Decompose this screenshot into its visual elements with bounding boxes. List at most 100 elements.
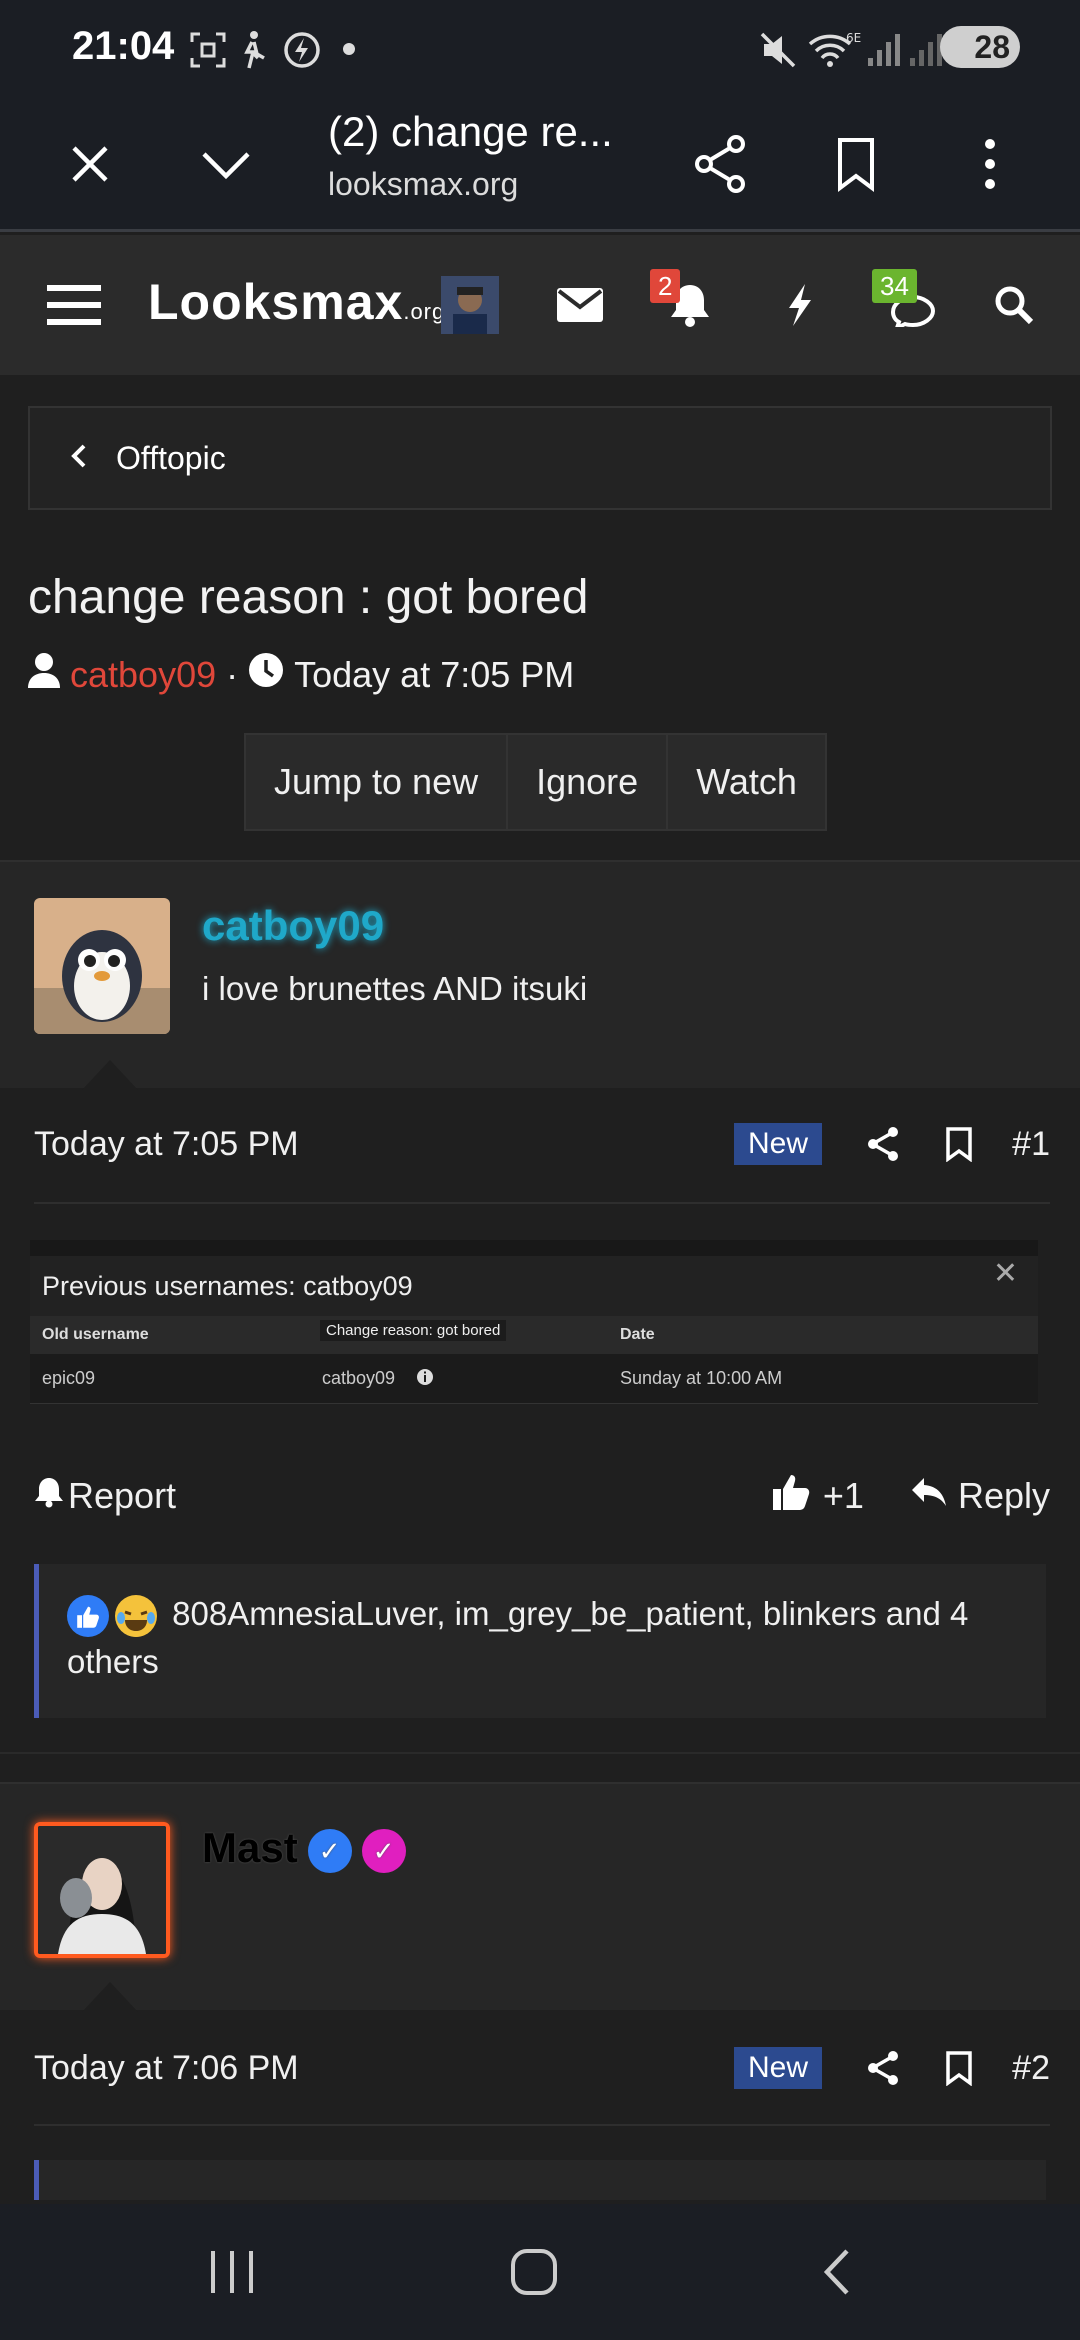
breadcrumb-label: Offtopic [116,439,226,476]
divider [34,1202,1050,1204]
mail-icon[interactable] [542,265,618,345]
breadcrumb[interactable]: Offtopic [28,406,1052,510]
close-icon: ✕ [992,1257,1018,1290]
watch-button[interactable]: Watch [668,735,825,829]
post-1-number[interactable]: #1 [1010,1125,1050,1164]
embed-cell-new: catboy09 [322,1368,396,1388]
recent-apps-icon[interactable] [192,2240,272,2304]
back-icon[interactable] [796,2240,876,2304]
post-2-new-badge: New [733,2047,822,2089]
thumbs-up-icon[interactable] [771,1472,811,1521]
embed-title: Previous usernames: catboy09 [30,1256,1038,1316]
clock-icon [248,652,284,697]
hamburger-menu-icon[interactable] [34,265,114,345]
post-2-meta: Today at 7:06 PM New #2 [34,2038,1050,2098]
conversations-badge: 34 [872,269,917,303]
home-icon[interactable] [494,2240,574,2304]
mute-icon [760,30,796,75]
browser-toolbar: (2) change re... looksmax.org [0,96,1080,232]
thread-date[interactable]: Today at 7:05 PM [294,654,574,696]
battery-level: 28 [974,29,1010,65]
clock: 21:04 [72,24,175,68]
embed-row: epic09 catboy09 Sunday at 10:00 AM [30,1354,1038,1404]
embed-col-old: Old username [42,1326,149,1343]
share-icon[interactable] [858,1126,908,1162]
post-1-meta: Today at 7:05 PM New #1 [34,1114,1050,1174]
flash-icon [282,30,322,75]
jump-to-new-button[interactable]: Jump to new [246,735,509,829]
user-icon [28,652,60,697]
chevron-down-icon[interactable] [186,124,266,204]
thread-actions: Jump to new Ignore Watch [244,733,827,831]
bookmark-icon[interactable] [816,124,896,204]
like-reaction-icon [67,1595,109,1638]
verified-badge-icon: ✓ [307,1828,352,1873]
embed-columns: Old username New username Date [30,1316,1038,1354]
report-bell-icon[interactable] [34,1475,64,1517]
screenshot-icon [188,30,228,75]
walking-icon [238,30,268,75]
reply-button[interactable]: Reply [958,1475,1050,1517]
signal-icon [864,30,904,75]
dot-icon [342,42,356,61]
system-nav-bar [0,2204,1080,2340]
meta-separator: · [226,653,239,695]
page-domain: looksmax.org [328,166,519,202]
site-logo[interactable]: Looksmax.org [148,273,445,331]
post-1-actions: Report +1 Reply [34,1466,1050,1526]
more-options-icon[interactable] [950,124,1030,204]
embed-tooltip: Change reason: got bored [320,1320,507,1341]
post-1-new-badge: New [733,1123,822,1165]
embed-cell-old: epic09 [42,1368,96,1388]
post-2-date[interactable]: Today at 7:06 PM [34,2049,734,2088]
search-icon[interactable] [976,265,1052,345]
bookmark-icon[interactable] [934,1126,984,1162]
post-2-user-panel: Mast ✓ ✓ [0,1782,1080,2012]
post-2-quote [34,2160,1046,2200]
share-icon[interactable] [858,2050,908,2086]
share-icon[interactable] [680,124,760,204]
battery-indicator: 28 [940,26,1020,68]
embed-cell-date: Sunday at 10:00 AM [620,1368,783,1388]
post-1-user-panel: catboy09 i love brunettes AND itsuki [0,860,1080,1090]
post-2-username-text: Mast [202,1824,298,1871]
thread-title: change reason : got bored [28,571,589,624]
report-button[interactable]: Report [68,1475,771,1517]
post-1-reactions[interactable]: 808AmnesiaLuver, im_grey_be_patient, bli… [34,1564,1046,1718]
bookmark-icon[interactable] [934,2050,984,2086]
post-separator [0,1752,1080,1784]
post-1-pointer [82,1060,138,1090]
page-title: (2) change re... [328,108,613,155]
post-2-pointer [82,1982,138,2012]
like-button[interactable]: +1 [823,1475,864,1517]
site-header: Looksmax.org 2 34 [0,235,1080,375]
info-icon [416,1368,434,1391]
user-avatar[interactable] [440,265,500,345]
post-1-username[interactable]: catboy09 [202,902,384,950]
post-1-signature: i love brunettes AND itsuki [202,970,588,1007]
embed-col-date: Date [620,1326,655,1343]
logo-text: Looksmax [148,274,404,330]
ignore-button[interactable]: Ignore [508,735,669,829]
post-1-avatar[interactable] [34,898,170,1034]
wifi-6e-icon: 6E [806,30,862,75]
post-2-avatar[interactable] [34,1822,170,1958]
post-1-date[interactable]: Today at 7:05 PM [34,1125,734,1164]
logo-suffix: .org [403,299,446,324]
reactions-list: 808AmnesiaLuver, im_grey_be_patient, bli… [67,1595,969,1680]
post-2-number[interactable]: #2 [1010,2049,1050,2088]
chevron-left-icon [70,443,88,474]
thread-author[interactable]: catboy09 [70,654,216,696]
post-2-username[interactable]: Mast ✓ ✓ [202,1824,406,1873]
laughing-reaction-icon [115,1595,157,1638]
divider [34,2124,1050,2126]
status-bar: 21:04 6E 28 [0,0,1080,96]
post-1-embedded-image: Previous usernames: catboy09 ✕ Old usern… [30,1240,1038,1404]
reply-icon[interactable] [910,1475,948,1517]
alerts-badge: 2 [650,269,681,303]
thread-meta: catboy09 · Today at 7:05 PM [28,652,574,697]
close-icon[interactable] [50,124,130,204]
premium-badge-icon: ✓ [361,1828,406,1873]
svg-text:6E: 6E [846,31,861,45]
lightning-icon[interactable] [762,265,838,345]
